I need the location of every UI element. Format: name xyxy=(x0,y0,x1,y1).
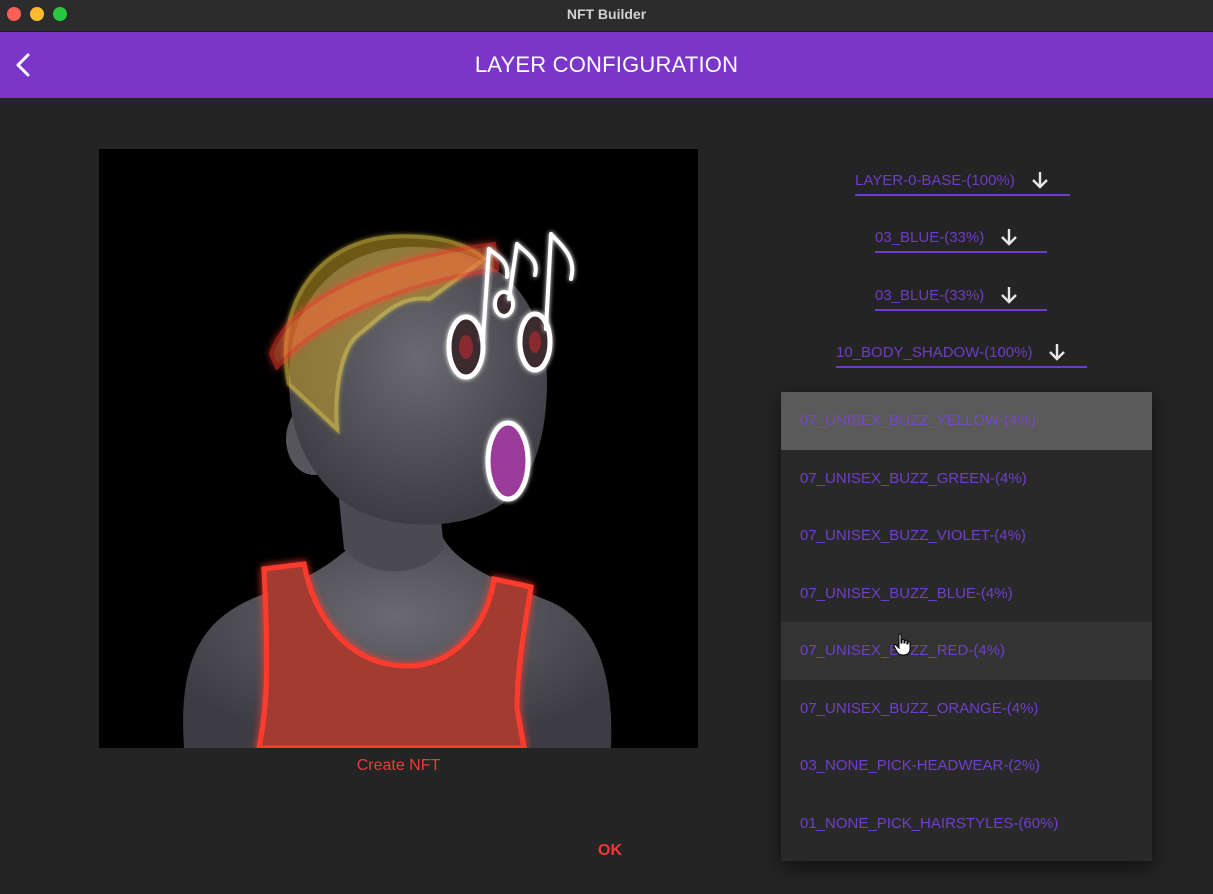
arrow-down-icon xyxy=(1001,287,1018,304)
menu-item-yellow[interactable]: 07_UNISEX_BUZZ_YELLOW-(4%) xyxy=(781,392,1152,450)
nft-character-illustration xyxy=(183,232,612,751)
menu-item-violet[interactable]: 07_UNISEX_BUZZ_VIOLET-(4%) xyxy=(781,507,1152,565)
hair-layer-dropdown-menu: 07_UNISEX_BUZZ_YELLOW-(4%) 07_UNISEX_BUZ… xyxy=(781,392,1152,861)
menu-item-orange[interactable]: 07_UNISEX_BUZZ_ORANGE-(4%) xyxy=(781,680,1152,738)
arrow-down-icon xyxy=(1031,172,1048,189)
layer-dropdown-label: 03_BLUE-(33%) xyxy=(875,228,985,246)
layer-dropdown-blue-2[interactable]: 03_BLUE-(33%) xyxy=(875,281,1047,311)
menu-item-red[interactable]: 07_UNISEX_BUZZ_RED-(4%) xyxy=(781,622,1152,680)
layer-dropdown-blue-1[interactable]: 03_BLUE-(33%) xyxy=(875,223,1047,253)
window-titlebar: NFT Builder xyxy=(0,0,1213,32)
create-nft-button[interactable]: Create NFT xyxy=(99,757,698,775)
page-title: LAYER CONFIGURATION xyxy=(474,52,739,77)
arrow-down-icon xyxy=(1049,344,1066,361)
layer-dropdown-body-shadow[interactable]: 10_BODY_SHADOW-(100%) xyxy=(836,338,1087,368)
layer-dropdown-label: LAYER-0-BASE-(100%) xyxy=(855,171,1015,189)
menu-item-green[interactable]: 07_UNISEX_BUZZ_GREEN-(4%) xyxy=(781,450,1152,508)
nft-preview-image xyxy=(99,149,698,751)
menu-item-none-headwear[interactable]: 03_NONE_PICK-HEADWEAR-(2%) xyxy=(781,737,1152,795)
arrow-down-icon xyxy=(1001,229,1018,246)
layer-dropdown-label: 03_BLUE-(33%) xyxy=(875,286,985,304)
layer-dropdown-base[interactable]: LAYER-0-BASE-(100%) xyxy=(855,166,1070,196)
menu-item-blue[interactable]: 07_UNISEX_BUZZ_BLUE-(4%) xyxy=(781,565,1152,623)
hand-cursor-icon xyxy=(893,633,911,656)
window-title: NFT Builder xyxy=(566,6,647,22)
layer-dropdown-label: 10_BODY_SHADOW-(100%) xyxy=(836,343,1033,361)
ok-button[interactable]: OK xyxy=(580,842,640,860)
menu-item-none-hairstyles[interactable]: 01_NONE_PICK_HAIRSTYLES-(60%) xyxy=(781,795,1152,853)
app-bar: LAYER CONFIGURATION xyxy=(0,32,1213,98)
